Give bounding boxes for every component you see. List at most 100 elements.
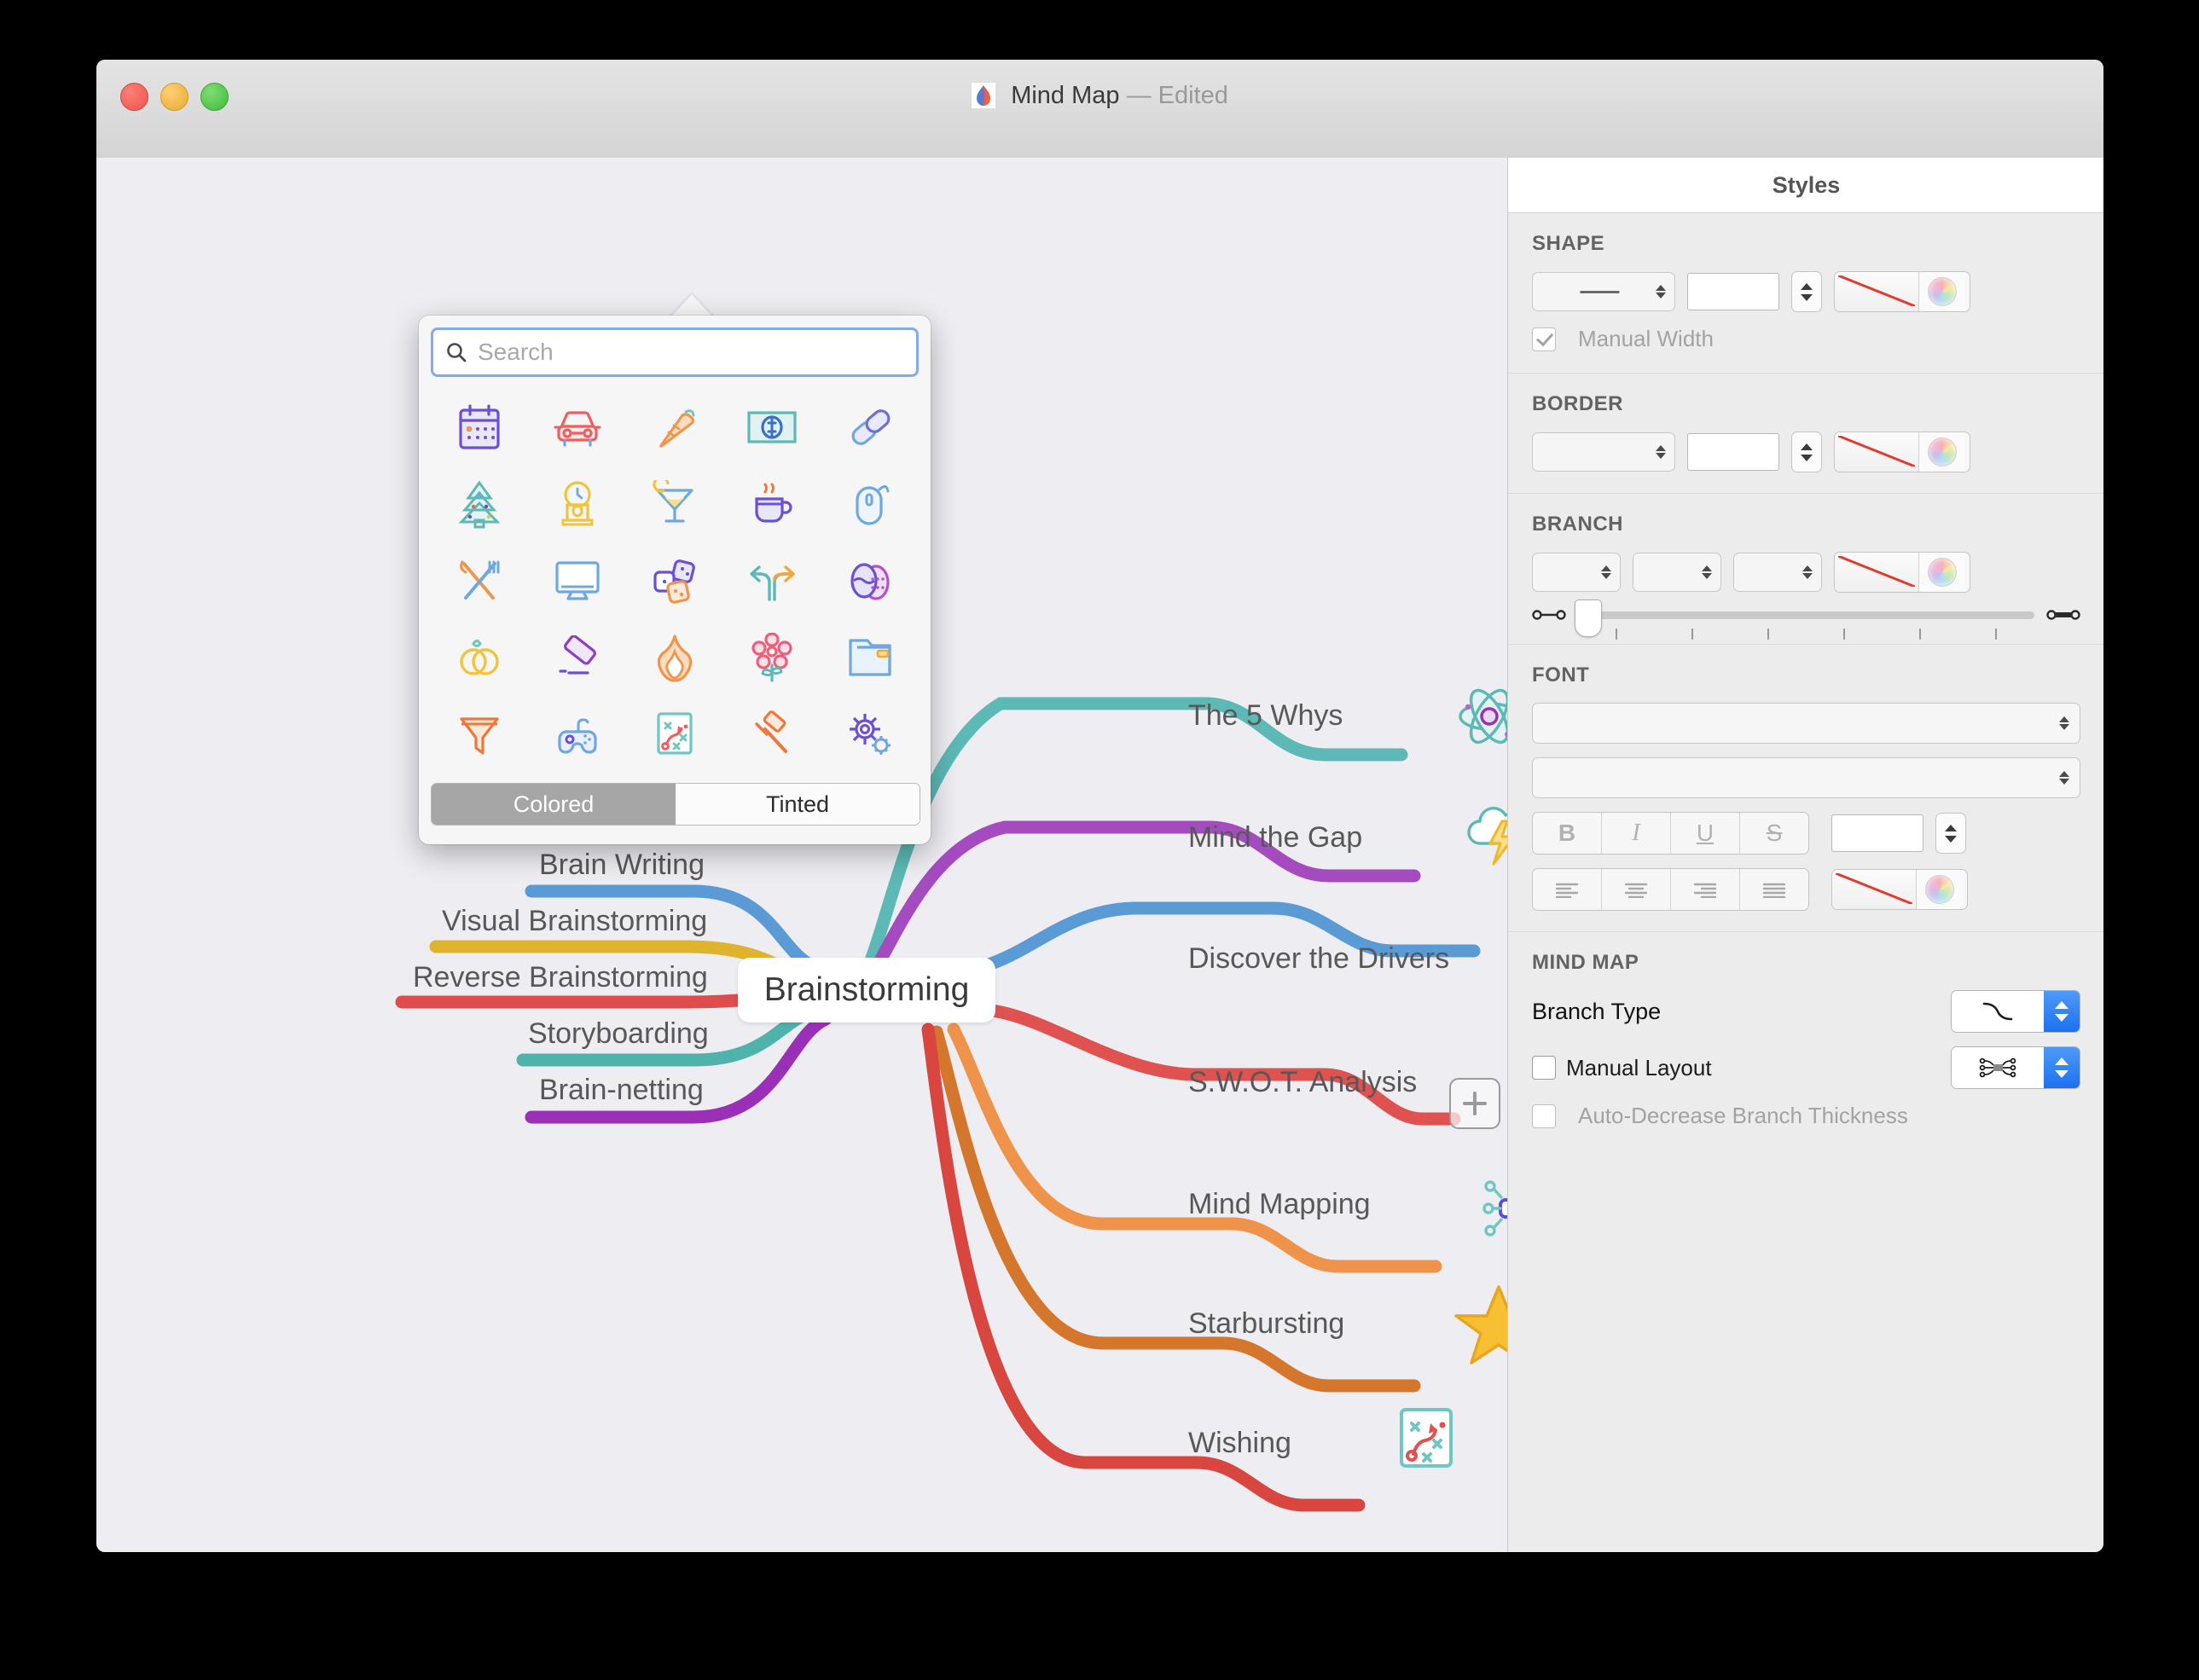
sticker-search-input[interactable]: Search bbox=[431, 327, 919, 377]
font-color-well[interactable] bbox=[1831, 869, 1968, 910]
font-size-stepper[interactable] bbox=[1935, 813, 1966, 854]
branch-start-arrows[interactable] bbox=[1601, 565, 1611, 579]
sticker-cell-cutlery-icon[interactable] bbox=[431, 542, 528, 619]
shape-line-style-popup[interactable] bbox=[1532, 272, 1675, 311]
layout-mode-stepper[interactable] bbox=[1951, 1046, 2080, 1089]
align-justify-button[interactable] bbox=[1740, 869, 1808, 910]
node-starbursting[interactable]: Starbursting bbox=[1188, 1307, 1344, 1341]
mindmap-canvas[interactable]: Brain Writing Visual Brainstorming Rever… bbox=[96, 158, 1507, 1552]
strikethrough-button[interactable]: S bbox=[1740, 813, 1808, 854]
shape-line-style-arrows[interactable] bbox=[1656, 285, 1666, 298]
shape-fill-color-wheel[interactable] bbox=[1918, 272, 1965, 311]
node-mind-the-gap[interactable]: Mind the Gap bbox=[1188, 821, 1362, 854]
branch-middle-arrows[interactable] bbox=[1702, 565, 1712, 579]
sticker-cell-pumpkin-icon[interactable] bbox=[821, 773, 919, 774]
sticker-cell-gravestone-icon[interactable] bbox=[723, 773, 821, 774]
sticker-cell-chain-link-icon[interactable] bbox=[821, 389, 919, 466]
sticker-style-segmented-control[interactable]: Colored Tinted bbox=[431, 783, 920, 826]
auto-decrease-row[interactable]: Auto-Decrease Branch Thickness bbox=[1532, 1103, 2080, 1129]
branch-color-well[interactable] bbox=[1834, 552, 1970, 593]
sticker-cell-cocktail-icon[interactable] bbox=[626, 466, 723, 542]
shape-fill-color-well[interactable] bbox=[1834, 271, 1970, 312]
sticker-cell-coffee-cup-icon[interactable] bbox=[723, 466, 821, 542]
font-style-arrows[interactable] bbox=[2059, 771, 2069, 785]
sticker-cell-easter-eggs-icon[interactable] bbox=[821, 542, 919, 619]
node-visual-brainstorming[interactable]: Visual Brainstorming bbox=[442, 905, 707, 938]
border-color-well[interactable] bbox=[1834, 432, 1970, 472]
sticker-cell-carrot-icon[interactable] bbox=[626, 389, 723, 466]
sticker-cell-eraser-icon[interactable] bbox=[528, 619, 625, 696]
shape-fill-none-swatch[interactable] bbox=[1835, 272, 1918, 311]
sticker-cell-fork-road-icon[interactable] bbox=[723, 542, 821, 619]
border-width-field[interactable] bbox=[1687, 433, 1779, 471]
sticker-atom-icon[interactable] bbox=[1451, 678, 1507, 759]
auto-decrease-checkbox[interactable] bbox=[1532, 1104, 1556, 1128]
node-brain-writing[interactable]: Brain Writing bbox=[539, 849, 705, 882]
sticker-cell-funnel-icon[interactable] bbox=[431, 696, 528, 773]
branch-start-popup[interactable] bbox=[1532, 553, 1621, 592]
border-color-wheel[interactable] bbox=[1918, 432, 1965, 472]
manual-width-row[interactable]: Manual Width bbox=[1532, 326, 2080, 352]
sticker-cell-gears-icon[interactable] bbox=[821, 696, 919, 773]
italic-button[interactable]: I bbox=[1602, 813, 1671, 854]
node-swot-analysis[interactable]: S.W.O.T. Analysis bbox=[1188, 1066, 1417, 1099]
node-reverse-brainstorming[interactable]: Reverse Brainstorming bbox=[413, 961, 708, 994]
border-none-swatch[interactable] bbox=[1835, 432, 1918, 472]
segment-colored[interactable]: Colored bbox=[432, 784, 676, 825]
manual-layout-checkbox[interactable] bbox=[1532, 1056, 1556, 1080]
sticker-cell-folder-icon[interactable] bbox=[821, 619, 919, 696]
font-style-select[interactable] bbox=[1532, 757, 2080, 798]
branch-type-arrows[interactable] bbox=[2044, 991, 2080, 1032]
sticker-grid[interactable] bbox=[431, 389, 919, 774]
node-mind-mapping[interactable]: Mind Mapping bbox=[1188, 1188, 1371, 1221]
sticker-cell-clock-icon[interactable] bbox=[528, 466, 625, 542]
shape-width-stepper[interactable] bbox=[1791, 271, 1822, 312]
sticker-cell-banknote-icon[interactable] bbox=[723, 389, 821, 466]
branch-end-arrows[interactable] bbox=[1802, 565, 1813, 579]
branch-end-popup[interactable] bbox=[1733, 553, 1822, 592]
font-format-buttons[interactable]: B I U S bbox=[1532, 812, 1809, 854]
branch-add-node-button[interactable] bbox=[1449, 1078, 1500, 1129]
align-left-button[interactable] bbox=[1533, 869, 1602, 910]
sticker-cell-calendar-icon[interactable] bbox=[431, 389, 528, 466]
sticker-cell-flower-icon[interactable] bbox=[723, 619, 821, 696]
sticker-star-icon[interactable] bbox=[1454, 1282, 1507, 1371]
node-storyboarding[interactable]: Storyboarding bbox=[528, 1017, 709, 1051]
align-center-button[interactable] bbox=[1602, 869, 1671, 910]
sticker-cell-gavel-icon[interactable] bbox=[723, 696, 821, 773]
sticker-game-plan-icon[interactable] bbox=[1391, 1403, 1461, 1477]
text-align-buttons[interactable] bbox=[1532, 868, 1809, 911]
branch-thickness-slider-row[interactable] bbox=[1532, 599, 2080, 640]
sticker-cell-computer-mouse-icon[interactable] bbox=[821, 466, 919, 542]
font-color-wheel[interactable] bbox=[1916, 870, 1963, 909]
font-none-swatch[interactable] bbox=[1832, 870, 1916, 909]
sticker-node-network-icon[interactable] bbox=[1475, 1174, 1507, 1247]
font-family-arrows[interactable] bbox=[2059, 716, 2069, 730]
sticker-cell-globe-icon[interactable] bbox=[626, 773, 723, 774]
sticker-cell-glasses-icon[interactable] bbox=[528, 773, 625, 774]
sticker-cell-gift-icon[interactable] bbox=[431, 773, 528, 774]
segment-tinted[interactable]: Tinted bbox=[676, 784, 920, 825]
branch-thickness-slider[interactable] bbox=[1575, 599, 2034, 640]
align-right-button[interactable] bbox=[1671, 869, 1740, 910]
sticker-cell-fire-icon[interactable] bbox=[626, 619, 723, 696]
sticker-cell-gamepad-icon[interactable] bbox=[528, 696, 625, 773]
border-width-stepper[interactable] bbox=[1791, 432, 1822, 472]
font-size-field[interactable] bbox=[1831, 814, 1923, 852]
sticker-storm-cloud-icon[interactable] bbox=[1461, 796, 1507, 877]
sticker-cell-monitor-icon[interactable] bbox=[528, 542, 625, 619]
manual-width-checkbox[interactable] bbox=[1532, 327, 1556, 351]
font-family-select[interactable] bbox=[1532, 703, 2080, 744]
sticker-cell-christmas-tree-icon[interactable] bbox=[431, 466, 528, 542]
manual-layout-row[interactable]: Manual Layout bbox=[1532, 1046, 2080, 1089]
sticker-cell-dice-icon[interactable] bbox=[626, 542, 723, 619]
border-style-popup[interactable] bbox=[1532, 432, 1675, 472]
node-wishing[interactable]: Wishing bbox=[1188, 1427, 1291, 1460]
shape-width-field[interactable] bbox=[1687, 273, 1779, 310]
sticker-cell-game-plan-icon[interactable] bbox=[626, 696, 723, 773]
node-discover-the-drivers[interactable]: Discover the Drivers bbox=[1188, 942, 1449, 976]
sticker-cell-wedding-rings-icon[interactable] bbox=[431, 619, 528, 696]
bold-button[interactable]: B bbox=[1533, 813, 1602, 854]
branch-middle-popup[interactable] bbox=[1633, 553, 1721, 592]
branch-none-swatch[interactable] bbox=[1835, 553, 1918, 592]
